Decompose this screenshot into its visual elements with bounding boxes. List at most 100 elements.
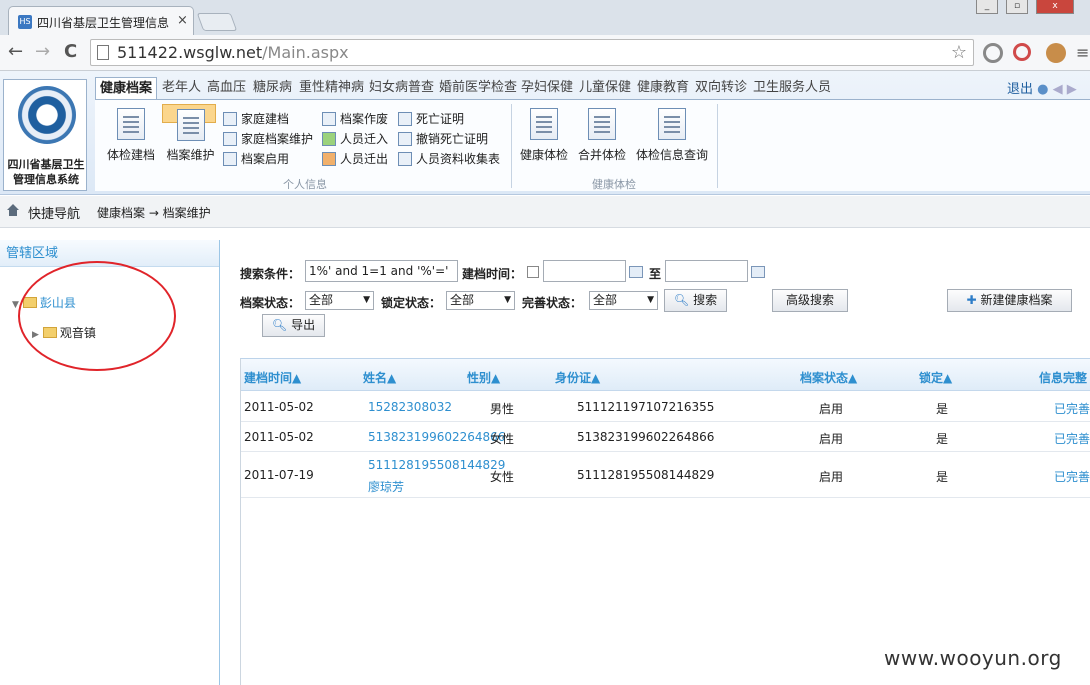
- menu-tab-mental[interactable]: 重性精神病: [299, 77, 364, 99]
- ribbon-separator: [717, 104, 718, 188]
- forward-icon[interactable]: →: [35, 41, 50, 62]
- query-document-icon: [658, 108, 686, 140]
- void-icon: [322, 112, 336, 126]
- ribbon-person-out[interactable]: 人员迁出: [322, 150, 388, 168]
- browser-tab[interactable]: HS 四川省基层卫生管理信息 ×: [8, 6, 194, 35]
- url-host: 511422.wsglw.net: [117, 43, 263, 62]
- cell-name-secondary[interactable]: 廖琼芳: [368, 478, 404, 495]
- table-row[interactable]: 2011-07-19 511128195508144829 廖琼芳 女性 511…: [241, 452, 1090, 498]
- cell-status: 启用: [819, 470, 844, 484]
- dropdown-arrow-icon: ▼: [647, 295, 654, 305]
- menu-tab-child[interactable]: 儿童保健: [579, 77, 631, 99]
- document-revoke-icon: [398, 132, 412, 146]
- date-from-input[interactable]: [543, 260, 626, 282]
- reload-icon[interactable]: C: [64, 41, 77, 62]
- menu-tab-diabetes[interactable]: 糖尿病: [253, 77, 292, 99]
- menu-tab-elderly[interactable]: 老年人: [162, 77, 201, 99]
- calendar-icon[interactable]: [629, 266, 643, 278]
- ribbon-button-health-exam[interactable]: 健康体检: [518, 104, 570, 170]
- ribbon-family-record-maintain[interactable]: 家庭档案维护: [223, 130, 313, 148]
- calendar-icon[interactable]: [751, 266, 765, 278]
- cell-complete-link[interactable]: 已完善: [1054, 430, 1090, 447]
- ribbon-toolbar: 体检建档 档案维护 家庭建档 家庭档案维护 档案启用 档案作废 人员迁入 人员迁…: [95, 99, 1090, 191]
- column-header-status[interactable]: 档案状态▲: [800, 369, 857, 386]
- menu-icon[interactable]: ≡: [1076, 43, 1089, 62]
- nav-prev-icon[interactable]: ◀: [1053, 82, 1063, 97]
- column-header-sex[interactable]: 性别▲: [467, 369, 500, 386]
- cell-complete-link[interactable]: 已完善: [1054, 468, 1090, 485]
- ribbon-small-label: 人员迁出: [340, 152, 389, 166]
- table-header: 建档时间▲ 姓名▲ 性别▲ 身份证▲ 档案状态▲ 锁定▲ 信息完整: [241, 359, 1090, 391]
- menu-tab-pregnancy[interactable]: 孕妇保健: [521, 77, 573, 99]
- ribbon-button-merge-exam[interactable]: 合并体检: [576, 104, 628, 170]
- logout-link[interactable]: 退出 ● ◀ ▶: [1007, 78, 1077, 97]
- advanced-search-button[interactable]: 高级搜索: [772, 289, 848, 312]
- ribbon-record-enable[interactable]: 档案启用: [223, 150, 289, 168]
- record-status-select[interactable]: 全部 ▼: [305, 291, 374, 310]
- tab-close-icon[interactable]: ×: [177, 13, 188, 28]
- column-header-locked[interactable]: 锁定▲: [919, 369, 952, 386]
- date-to-input[interactable]: [665, 260, 748, 282]
- maximize-button[interactable]: ▫: [1006, 0, 1028, 14]
- menu-tab-referral[interactable]: 双向转诊: [695, 77, 747, 99]
- house-edit-icon: [223, 132, 237, 146]
- extension-link-icon[interactable]: [1013, 43, 1031, 61]
- nav-next-icon[interactable]: ▶: [1067, 82, 1077, 97]
- menu-tab-health-record[interactable]: 健康档案: [95, 77, 158, 99]
- ribbon-button-label: 档案维护: [166, 148, 215, 162]
- ribbon-record-void[interactable]: 档案作废: [322, 110, 388, 128]
- page-icon: [97, 45, 109, 60]
- ribbon-button-record-maintain[interactable]: 档案维护: [162, 104, 216, 162]
- window-close-button[interactable]: x: [1036, 0, 1074, 14]
- cell-complete-link[interactable]: 已完善: [1054, 400, 1090, 417]
- ribbon-revoke-death-cert[interactable]: 撤销死亡证明: [398, 130, 488, 148]
- column-header-complete[interactable]: 信息完整: [1039, 369, 1087, 386]
- arrow-out-icon: [322, 152, 336, 166]
- address-bar[interactable]: 511422.wsglw.net/Main.aspx ☆: [90, 39, 974, 66]
- menu-tab-staff[interactable]: 卫生服务人员: [753, 77, 831, 99]
- home-icon[interactable]: [6, 203, 20, 217]
- extension-circle-icon[interactable]: [983, 43, 1003, 63]
- ribbon-button-label: 合并体检: [577, 148, 626, 162]
- breadcrumb: 快捷导航 健康档案 → 档案维护: [0, 196, 1090, 228]
- logo-text-line2: 管理信息系统: [13, 173, 79, 186]
- date-checkbox[interactable]: [527, 266, 539, 278]
- search-button[interactable]: 🔍︎ 搜索: [664, 289, 727, 312]
- cell-name-link[interactable]: 511128195508144829: [368, 458, 505, 472]
- menu-tab-premarital[interactable]: 婚前医学检查: [439, 77, 517, 99]
- menu-tab-hypertension[interactable]: 高血压: [207, 77, 246, 99]
- document-icon: [398, 112, 412, 126]
- extension-cookie-icon[interactable]: [1046, 43, 1066, 63]
- ribbon-person-collect-form[interactable]: 人员资料收集表: [398, 150, 500, 168]
- column-header-date[interactable]: 建档时间▲: [244, 369, 301, 386]
- table-row[interactable]: 2011-05-02 15282308032 男性 51112119710721…: [241, 392, 1090, 422]
- lock-status-select[interactable]: 全部 ▼: [446, 291, 515, 310]
- new-tab-button[interactable]: [196, 13, 238, 31]
- new-record-label: 新建健康档案: [980, 293, 1053, 307]
- ribbon-death-cert[interactable]: 死亡证明: [398, 110, 464, 128]
- menu-tab-women-screening[interactable]: 妇女病普查: [369, 77, 434, 99]
- complete-status-select[interactable]: 全部 ▼: [589, 291, 658, 310]
- back-icon[interactable]: ←: [8, 41, 23, 62]
- ribbon-family-record[interactable]: 家庭建档: [223, 110, 289, 128]
- cell-name-link[interactable]: 15282308032: [368, 400, 452, 414]
- ribbon-button-exam-record[interactable]: 体检建档: [103, 104, 159, 170]
- search-condition-input[interactable]: 1%' and 1=1 and '%'=': [305, 260, 458, 282]
- bookmark-star-icon[interactable]: ☆: [951, 42, 967, 63]
- ribbon-person-in[interactable]: 人员迁入: [322, 130, 388, 148]
- cell-idcard: 511128195508144829: [577, 468, 715, 482]
- table-row[interactable]: 2011-05-02 513823199602264866 女性 5138231…: [241, 422, 1090, 452]
- column-header-name[interactable]: 姓名▲: [363, 369, 396, 386]
- quick-nav-label[interactable]: 快捷导航: [28, 203, 80, 222]
- column-header-idcard[interactable]: 身份证▲: [555, 369, 600, 386]
- ribbon-small-label: 家庭建档: [241, 112, 290, 126]
- ribbon-small-label: 撤销死亡证明: [416, 132, 489, 146]
- address-url: 511422.wsglw.net/Main.aspx: [117, 43, 349, 62]
- menu-tab-education[interactable]: 健康教育: [637, 77, 689, 99]
- export-button[interactable]: 🔍︎ 导出: [262, 314, 325, 337]
- minimize-button[interactable]: _: [976, 0, 998, 14]
- cell-name-link[interactable]: 513823199602264866: [368, 430, 505, 444]
- ribbon-small-label: 档案作废: [340, 112, 389, 126]
- ribbon-button-exam-query[interactable]: 体检信息查询: [634, 104, 710, 170]
- new-health-record-button[interactable]: ✚ 新建健康档案: [947, 289, 1072, 312]
